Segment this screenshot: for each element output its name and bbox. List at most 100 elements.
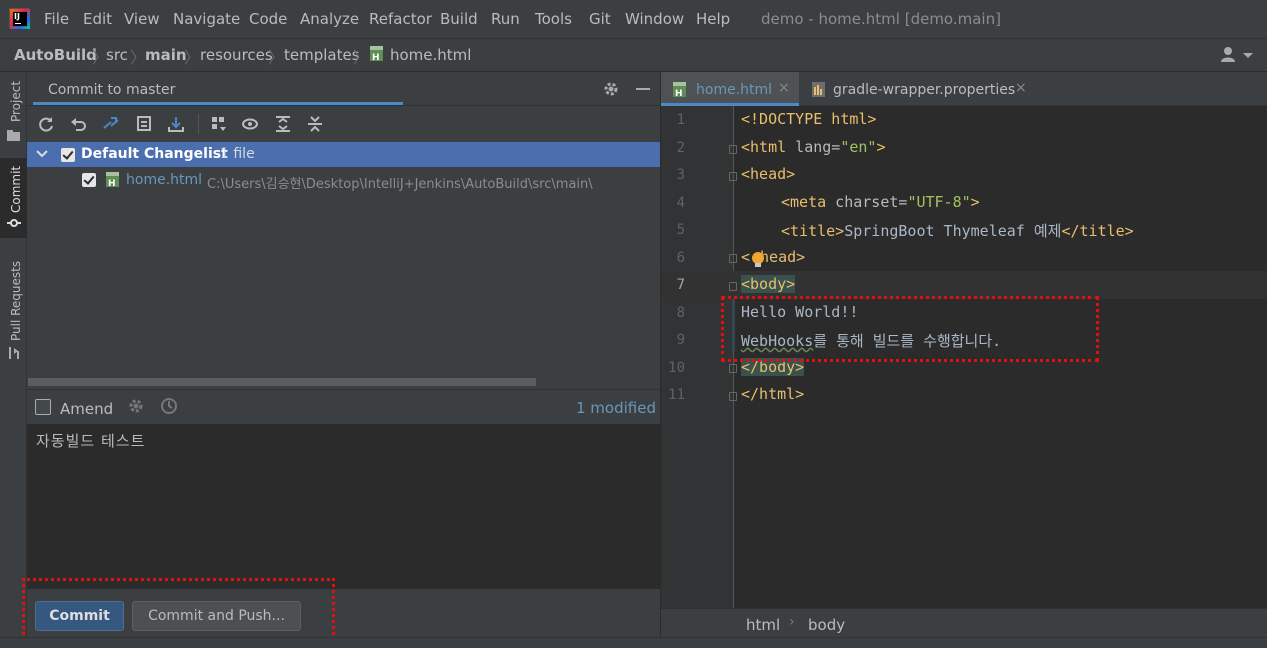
menu-edit[interactable]: Edit — [83, 10, 112, 28]
code-line-3: <head> — [741, 165, 796, 183]
line-number: 3 — [676, 167, 685, 183]
menu-help[interactable]: Help — [696, 10, 730, 28]
fold-marker-icon[interactable] — [729, 145, 737, 154]
code-line-7: <body> — [741, 275, 796, 293]
html-file-icon: H — [106, 172, 119, 189]
fold-marker-icon[interactable] — [729, 392, 737, 401]
chevron-right-icon: 〉 — [184, 48, 201, 67]
editor-crumb-html[interactable]: html — [746, 616, 780, 634]
shelve-icon[interactable] — [136, 115, 154, 133]
breadcrumb-main[interactable]: main — [145, 46, 187, 64]
breadcrumb-src[interactable]: src — [106, 46, 128, 64]
editor-crumb-body[interactable]: body — [808, 616, 845, 634]
tab-project[interactable]: Project — [3, 80, 23, 150]
tab-home-html-label: home.html — [696, 82, 773, 98]
line-number: 7 — [676, 277, 685, 293]
user-icon[interactable] — [1220, 45, 1240, 65]
line-number: 1 — [676, 112, 685, 128]
amend-bar — [27, 389, 660, 424]
svg-text:H: H — [675, 89, 683, 99]
code-line-5: <title>SpringBoot Thymeleaf 예제</title> — [781, 222, 1134, 240]
menu-git[interactable]: Git — [589, 10, 611, 28]
scrollbar-thumb[interactable] — [28, 378, 536, 386]
amend-checkbox[interactable] — [35, 399, 51, 415]
commit-options-gear-icon[interactable] — [127, 397, 145, 415]
chevron-right-icon: › — [789, 614, 795, 630]
commit-message-text: 자동빌드 테스트 — [36, 432, 146, 450]
menu-build[interactable]: Build — [440, 10, 478, 28]
commit-tab-label: Commit to master — [48, 82, 176, 98]
amend-label: Amend — [60, 400, 114, 418]
close-icon[interactable]: × — [778, 80, 790, 96]
menu-code[interactable]: Code — [249, 10, 287, 28]
annotation-box-code — [721, 296, 1099, 362]
breadcrumb-project[interactable]: AutoBuild — [14, 46, 97, 64]
view-options-eye-icon[interactable] — [241, 115, 259, 133]
lightbulb-icon[interactable] — [751, 251, 765, 269]
menu-view[interactable]: View — [124, 10, 160, 28]
file-name: home.html — [126, 172, 203, 188]
menu-window[interactable]: Window — [625, 10, 684, 28]
gear-icon[interactable] — [602, 80, 620, 98]
show-diff-icon[interactable] — [102, 115, 120, 133]
code-line-4: <meta charset="UTF-8"> — [781, 193, 980, 211]
group-by-icon[interactable] — [210, 115, 228, 133]
line-number: 10 — [668, 360, 685, 376]
line-number: 9 — [676, 332, 685, 348]
annotation-box-commit — [22, 578, 335, 641]
chevron-right-icon: 〉 — [268, 48, 285, 67]
chevron-down-icon[interactable] — [1243, 53, 1253, 58]
chevron-down-icon[interactable] — [36, 149, 48, 159]
menu-analyze[interactable]: Analyze — [300, 10, 359, 28]
pull-request-icon — [9, 347, 19, 359]
status-bar — [0, 637, 1267, 648]
menu-file[interactable]: File — [44, 10, 69, 28]
breadcrumb-file[interactable]: home.html — [390, 46, 471, 64]
fold-marker-icon[interactable] — [729, 172, 737, 181]
close-icon[interactable]: × — [1015, 80, 1027, 96]
minimize-icon[interactable] — [636, 88, 650, 90]
folder-icon — [7, 130, 20, 141]
line-number: 4 — [676, 195, 685, 211]
update-icon[interactable] — [167, 115, 185, 133]
window-title: demo - home.html [demo.main] — [761, 10, 1001, 28]
file-path: C:\Users\김승현\Desktop\IntelliJ+Jenkins\Au… — [207, 177, 593, 192]
code-line-11: </html> — [741, 385, 805, 403]
changelist-checkbox[interactable] — [61, 148, 75, 162]
fold-marker-icon[interactable] — [729, 282, 737, 291]
fold-marker-icon[interactable] — [729, 364, 737, 373]
expand-all-icon[interactable] — [274, 115, 292, 133]
tab-commit[interactable]: Commit — [3, 165, 23, 235]
line-number: 11 — [668, 387, 685, 403]
clock-history-icon[interactable] — [160, 397, 178, 415]
breadcrumb-templates[interactable]: templates — [284, 46, 360, 64]
file-checkbox[interactable] — [82, 173, 96, 187]
code-line-1: <!DOCTYPE html> — [741, 110, 877, 128]
tab-pull-requests[interactable]: Pull Requests — [3, 258, 23, 368]
svg-text:H: H — [108, 179, 116, 189]
rollback-icon[interactable] — [70, 115, 88, 133]
menu-refactor[interactable]: Refactor — [369, 10, 432, 28]
chevron-right-icon: 〉 — [353, 48, 370, 67]
collapse-all-icon[interactable] — [306, 115, 324, 133]
code-line-2: <html lang="en"> — [741, 138, 886, 156]
intellij-logo-icon: IJ — [9, 8, 30, 29]
html-file-icon: H — [370, 46, 383, 63]
commit-icon — [7, 219, 21, 227]
toolbar-divider — [198, 114, 199, 134]
properties-file-icon — [812, 82, 825, 97]
menu-run[interactable]: Run — [491, 10, 520, 28]
refresh-icon[interactable] — [37, 115, 55, 133]
line-number: 5 — [676, 222, 685, 238]
line-number: 2 — [676, 140, 685, 156]
modified-count-link[interactable]: 1 modified — [576, 399, 656, 417]
menu-tools[interactable]: Tools — [535, 10, 572, 28]
chevron-right-icon: 〉 — [130, 48, 147, 67]
menu-navigate[interactable]: Navigate — [173, 10, 240, 28]
fold-marker-icon[interactable] — [729, 254, 737, 263]
changelist-name: Default Changelist — [81, 146, 228, 162]
line-number: 8 — [676, 305, 685, 321]
html-file-icon: H — [673, 82, 686, 99]
line-number: 6 — [676, 250, 685, 266]
breadcrumb-resources[interactable]: resources — [200, 46, 273, 64]
